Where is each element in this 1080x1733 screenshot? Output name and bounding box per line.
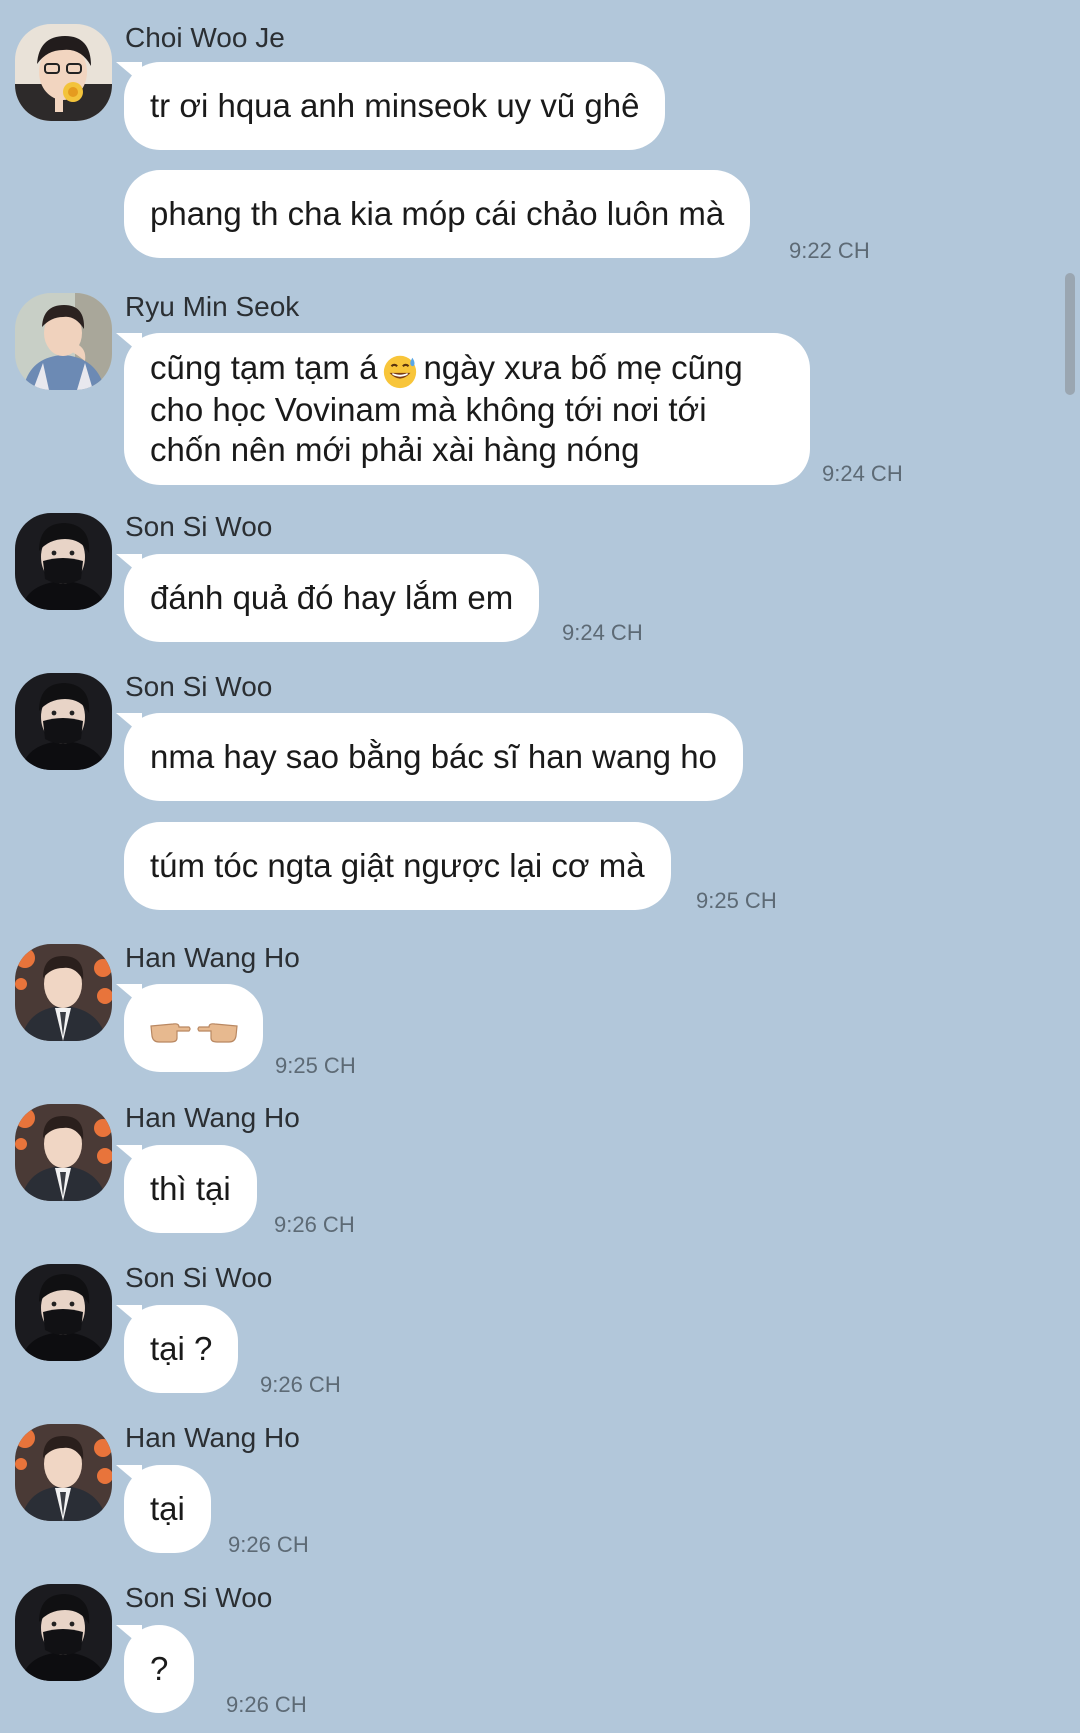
- message-time: 9:25 CH: [696, 888, 777, 913]
- han-wang-ho-avatar[interactable]: [15, 1104, 112, 1201]
- message-time: 9:22 CH: [789, 238, 870, 263]
- right-pointing-hand-icon: [149, 1023, 191, 1043]
- left-pointing-hand-icon: [196, 1023, 238, 1043]
- message-bubble[interactable]: tại ?: [124, 1305, 239, 1393]
- sender-name: Son Si Woo: [125, 511, 273, 542]
- pointing-fingers-emoji: [149, 1012, 239, 1044]
- message-bubble[interactable]: phang th cha kia móp cái chảo luôn mà: [124, 170, 751, 258]
- sender-name: Son Si Woo: [125, 1582, 273, 1613]
- grinning-sweat-emoji: [384, 355, 417, 388]
- message-bubble[interactable]: túm tóc ngta giật ngược lại cơ mà: [124, 822, 671, 910]
- message-time: 9:25 CH: [275, 1053, 356, 1078]
- son-si-woo-avatar[interactable]: [15, 513, 112, 610]
- han-wang-ho-avatar[interactable]: [15, 944, 112, 1041]
- message-time: 9:24 CH: [562, 620, 643, 645]
- message-bubble[interactable]: [124, 984, 263, 1072]
- sender-name: Han Wang Ho: [125, 1422, 300, 1453]
- message-text: cũng tạm tạm á ngày xưa bố mẹ cũng cho họ…: [150, 348, 784, 469]
- sender-name: Ryu Min Seok: [125, 291, 300, 322]
- message-bubble[interactable]: thì tại: [124, 1145, 257, 1233]
- message-bubble[interactable]: cũng tạm tạm á ngày xưa bố mẹ cũng cho họ…: [124, 333, 810, 485]
- message-bubble[interactable]: nma hay sao bằng bác sĩ han wang ho: [124, 713, 743, 801]
- sender-name: Han Wang Ho: [125, 1102, 300, 1133]
- sender-name: Han Wang Ho: [125, 942, 300, 973]
- message-time: 9:24 CH: [822, 461, 903, 486]
- message-bubble[interactable]: ?: [124, 1625, 195, 1713]
- message-time: 9:26 CH: [226, 1692, 307, 1717]
- han-wang-ho-avatar[interactable]: [15, 1424, 112, 1521]
- message-time: 9:26 CH: [260, 1372, 341, 1397]
- message-text-part: cũng tạm tạm á: [150, 349, 378, 387]
- sender-name: Choi Woo Je: [125, 22, 285, 53]
- message-time: 9:26 CH: [274, 1212, 355, 1237]
- message-bubble[interactable]: đánh quả đó hay lắm em: [124, 554, 540, 642]
- message-bubble[interactable]: tại: [124, 1465, 211, 1553]
- sender-name: Son Si Woo: [125, 671, 273, 702]
- message-bubble[interactable]: tr ơi hqua anh minseok uy vũ ghê: [124, 62, 666, 150]
- chat-message-list[interactable]: Choi Woo Je tr ơi hqua anh minseok uy vũ…: [0, 0, 1080, 1733]
- son-si-woo-avatar[interactable]: [15, 673, 112, 770]
- son-si-woo-avatar[interactable]: [15, 1584, 112, 1681]
- message-time: 9:26 CH: [228, 1532, 309, 1557]
- son-si-woo-avatar[interactable]: [15, 1264, 112, 1361]
- scrollbar[interactable]: [1065, 273, 1075, 395]
- sender-name: Son Si Woo: [125, 1262, 273, 1293]
- choi-woo-je-avatar[interactable]: [15, 24, 112, 121]
- ryu-min-seok-avatar[interactable]: [15, 293, 112, 390]
